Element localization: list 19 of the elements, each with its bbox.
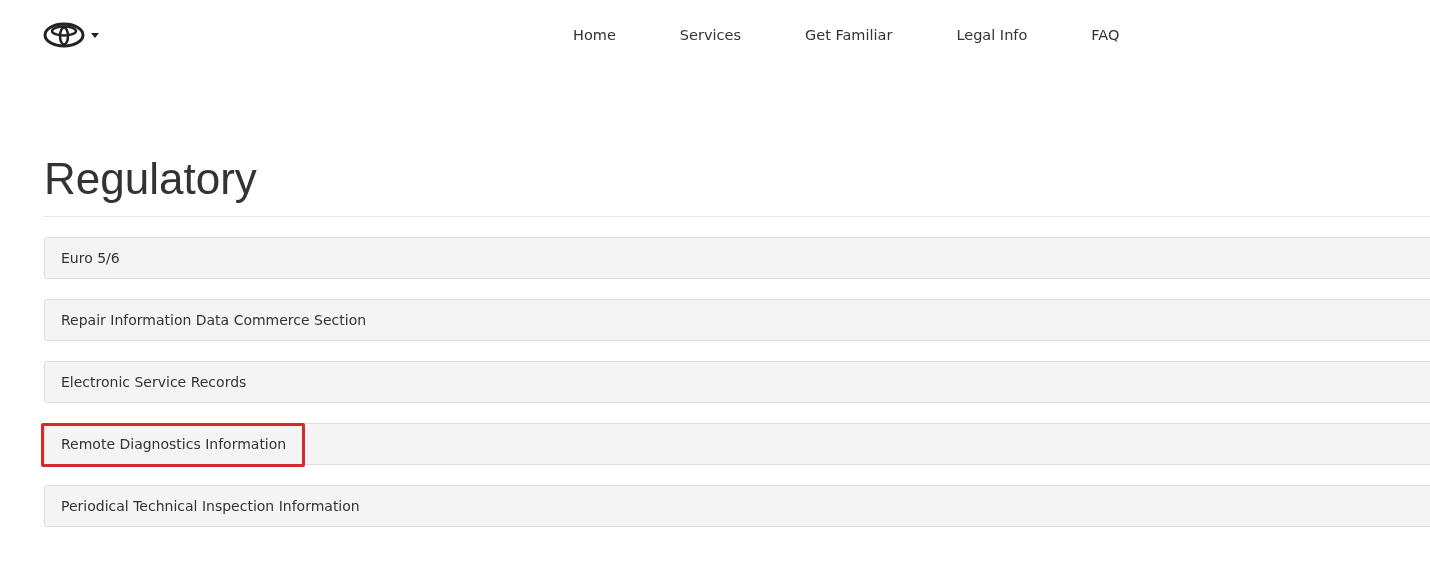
panel-title: Euro 5/6	[60, 250, 120, 266]
nav-link[interactable]: FAQ	[1059, 25, 1152, 45]
accordion-panel[interactable]: Euro 5/6	[44, 237, 1430, 279]
nav-link[interactable]: Home	[573, 25, 648, 45]
nav-link[interactable]: Legal Info	[924, 25, 1060, 45]
nav-link[interactable]: Services	[647, 25, 773, 45]
logo-menu-button[interactable]	[43, 22, 99, 48]
nav-link[interactable]: Get Familiar	[773, 25, 925, 45]
logo-icon	[43, 22, 85, 48]
page-title: Regulatory	[44, 153, 258, 205]
panel-title: Periodical Technical Inspection Information	[60, 498, 360, 514]
accordion-panel[interactable]: Repair Information Data Commerce Section	[44, 299, 1430, 341]
accordion-panel[interactable]: Remote Diagnostics Information	[44, 423, 1430, 465]
panel-title: Electronic Service Records	[60, 374, 247, 390]
accordion-panel[interactable]: Periodical Technical Inspection Information	[44, 485, 1430, 527]
accordion-panel[interactable]: Electronic Service Records	[44, 361, 1430, 403]
panel-title: Repair Information Data Commerce Section	[60, 312, 367, 328]
panel-title: Remote Diagnostics Information	[60, 436, 287, 452]
caret-icon	[91, 32, 99, 38]
